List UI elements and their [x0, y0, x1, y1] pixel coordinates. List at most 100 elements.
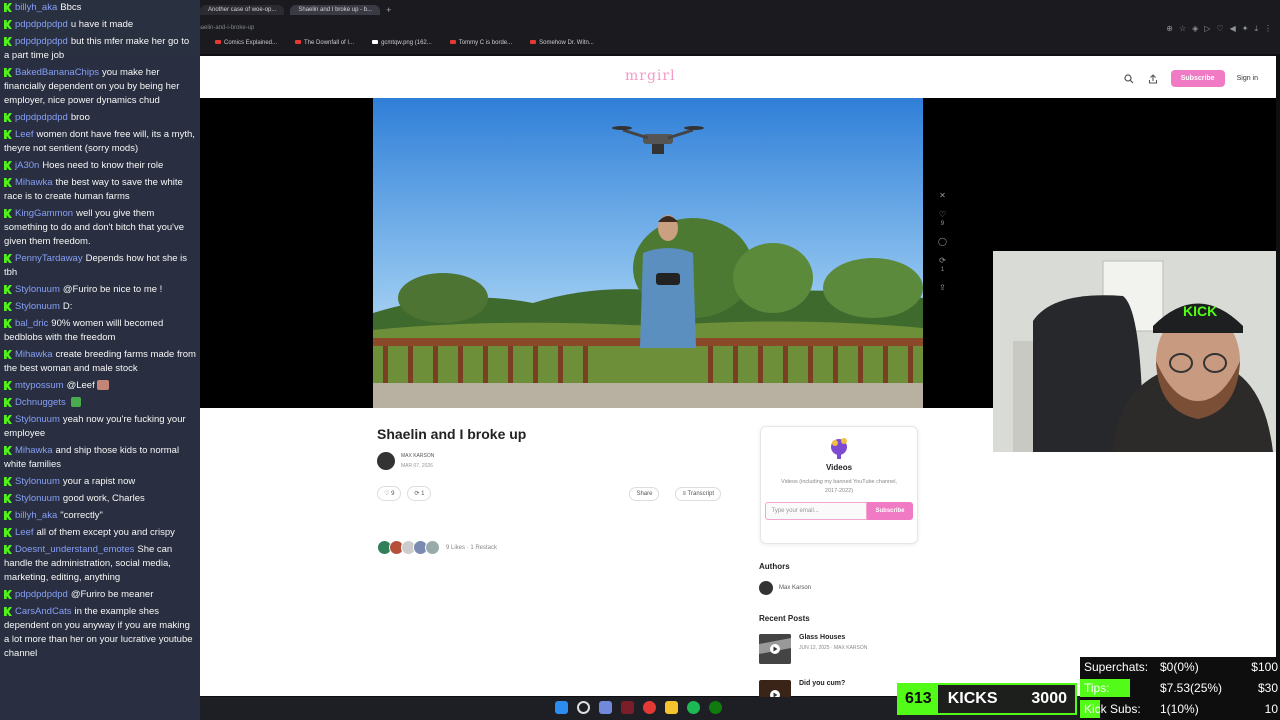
chat-username[interactable]: Stylonuum	[15, 284, 60, 295]
chat-text: your a rapist now	[62, 476, 136, 487]
chrome-icon[interactable]	[643, 701, 656, 714]
star-icon[interactable]: ☆	[1179, 24, 1186, 34]
chat-username[interactable]: KingGammon	[15, 208, 73, 219]
stat-goal: 10	[1264, 702, 1278, 716]
site-logo[interactable]: mrgirl	[625, 68, 676, 84]
chat-username[interactable]: Leef	[15, 527, 34, 538]
chat-username[interactable]: Stylonuum	[15, 476, 60, 487]
chat-username[interactable]: BakedBananaChips	[15, 67, 99, 78]
kick-badge-icon	[4, 318, 12, 328]
bookmark-item[interactable]: Somehow Dr. Witn...	[530, 40, 594, 46]
discord-icon[interactable]	[599, 701, 612, 714]
download-icon[interactable]: ⤓	[1254, 24, 1258, 34]
kick-badge-icon	[4, 160, 12, 170]
chat-text: D:	[62, 301, 73, 312]
address-bar[interactable]: maxkarson.substack.com/p/shaelin-and-i-b…	[120, 22, 1080, 34]
menu-icon[interactable]: ⋮	[1264, 24, 1272, 34]
kick-badge-icon	[4, 284, 12, 294]
obs-icon[interactable]	[621, 701, 634, 714]
kicks-goal: 3000	[1031, 690, 1067, 707]
chat-username[interactable]: Stylonuum	[15, 301, 60, 312]
spotify-icon[interactable]	[687, 701, 700, 714]
browser-tab[interactable]: Another case of woe-op...	[200, 5, 285, 15]
likes-row[interactable]: 9 Likes · 1 Restack	[377, 540, 497, 555]
publication-title: Videos	[825, 463, 853, 472]
chat-text: all of them except you and crispy	[36, 527, 175, 538]
author-item[interactable]: Max Karson	[759, 581, 811, 595]
sidebar-subscribe-button[interactable]: Subscribe	[867, 502, 913, 520]
chat-username[interactable]: mtypossum	[15, 380, 64, 391]
bookmark-item[interactable]: gcmtqw.png (162...	[372, 40, 432, 46]
liker-avatars	[377, 540, 440, 555]
kick-badge-icon	[4, 301, 12, 311]
site-header: mrgirl Subscribe Sign in	[200, 56, 1276, 98]
play-icon[interactable]: ▷	[1204, 24, 1210, 34]
chat-username[interactable]: Mihawka	[15, 177, 53, 188]
author-avatar[interactable]	[377, 452, 395, 470]
tab-strip: Another case of woe-op... Shaelin and I …	[200, 3, 391, 17]
chat-username[interactable]: billyh_aka	[15, 510, 57, 521]
chat-username[interactable]: pdpdpdpdpd	[15, 112, 68, 123]
email-field[interactable]: Type your email...	[765, 502, 868, 520]
chat-username[interactable]: Mihawka	[15, 349, 53, 360]
search-icon[interactable]	[577, 701, 590, 714]
bookmark-item[interactable]: Tommy C is borde...	[449, 40, 512, 46]
chat-username[interactable]: pdpdpdpdpd	[15, 36, 68, 47]
stat-label: Superchats:	[1084, 660, 1149, 674]
chat-username[interactable]: Stylonuum	[15, 493, 60, 504]
recent-post-item[interactable]: Glass Houses JUN 12, 2025 · MAX KARSON	[759, 634, 949, 664]
transcript-button[interactable]: ≡ Transcript	[675, 486, 721, 501]
chat-username[interactable]: pdpdpdpdpd	[15, 19, 68, 30]
bookmark-item[interactable]: Comics Explained...	[215, 40, 277, 46]
browser-tab-active[interactable]: Shaelin and I broke up - b...	[290, 5, 381, 15]
bookmark-label: The Downfall of I...	[304, 40, 355, 46]
kick-badge-icon	[4, 493, 12, 503]
chat-message: Mihawka and ship those kids to normal whi…	[0, 443, 200, 474]
chat-username[interactable]: jA30n	[15, 160, 39, 171]
chat-username[interactable]: pdpdpdpdpd	[15, 589, 68, 600]
volume-icon[interactable]: ◀	[1230, 24, 1236, 34]
search-icon[interactable]	[1123, 73, 1135, 85]
emote-icon	[71, 397, 82, 408]
kick-badge-icon	[4, 397, 12, 407]
publication-description: Videos (including my banned YouTube chan…	[781, 479, 897, 494]
chat-username[interactable]: Mihawka	[15, 445, 53, 456]
share-icon[interactable]: ⇪	[939, 283, 946, 292]
comment-icon[interactable]: ◯	[938, 237, 947, 246]
chat-message: Stylonuum D:	[0, 299, 200, 316]
post-date: MAR 07, 2026	[401, 463, 433, 469]
bookmark-item[interactable]: The Downfall of I...	[295, 40, 354, 46]
share-icon[interactable]	[1147, 73, 1159, 85]
chat-username[interactable]: billyh_aka	[15, 2, 57, 13]
subscribe-button[interactable]: Subscribe	[1170, 70, 1225, 87]
heart-icon[interactable]: ♡	[1216, 24, 1223, 34]
share-button[interactable]: Share	[629, 486, 660, 501]
chat-username[interactable]: Leef	[15, 129, 34, 140]
chat-username[interactable]: bal_dric	[15, 318, 48, 329]
stat-row-kick-subs: Kick Subs: 1(10%) 10	[1080, 699, 1280, 719]
new-tab-icon[interactable]: +	[386, 5, 391, 15]
like-button[interactable]: ♡ 9	[377, 486, 402, 501]
signin-button[interactable]: Sign in	[1237, 75, 1258, 82]
windows-start-icon[interactable]	[555, 701, 568, 714]
chat-username[interactable]: PennyTardaway	[15, 253, 83, 264]
chat-username[interactable]: Doesnt_understand_emotes	[15, 544, 134, 555]
puzzle-icon[interactable]: ✦	[1242, 24, 1249, 34]
bookmark-label: gcmtqw.png (162...	[381, 40, 432, 46]
restack-button[interactable]: ⟳ 1	[407, 486, 432, 501]
chat-username[interactable]: Stylonuum	[15, 414, 60, 425]
zoom-icon[interactable]: ⊕	[1166, 24, 1173, 34]
stat-value: $0(0%)	[1160, 660, 1199, 674]
close-icon[interactable]: ✕	[939, 191, 946, 200]
chat-username[interactable]: Dchnuggets	[15, 397, 66, 408]
shield-icon[interactable]: ◈	[1192, 24, 1198, 34]
chat-username[interactable]: CarsAndCats	[15, 606, 72, 617]
xbox-icon[interactable]	[709, 701, 722, 714]
author-name[interactable]: MAX KARSON	[401, 451, 434, 461]
restack-icon[interactable]: ⟳	[939, 256, 946, 265]
folder-icon[interactable]	[665, 701, 678, 714]
chat-message: pdpdpdpdpd but this mfer make her go to a…	[0, 34, 200, 65]
like-icon[interactable]: ♡	[939, 210, 946, 219]
recent-post-thumbnail	[759, 634, 791, 664]
kick-badge-icon	[4, 19, 12, 29]
